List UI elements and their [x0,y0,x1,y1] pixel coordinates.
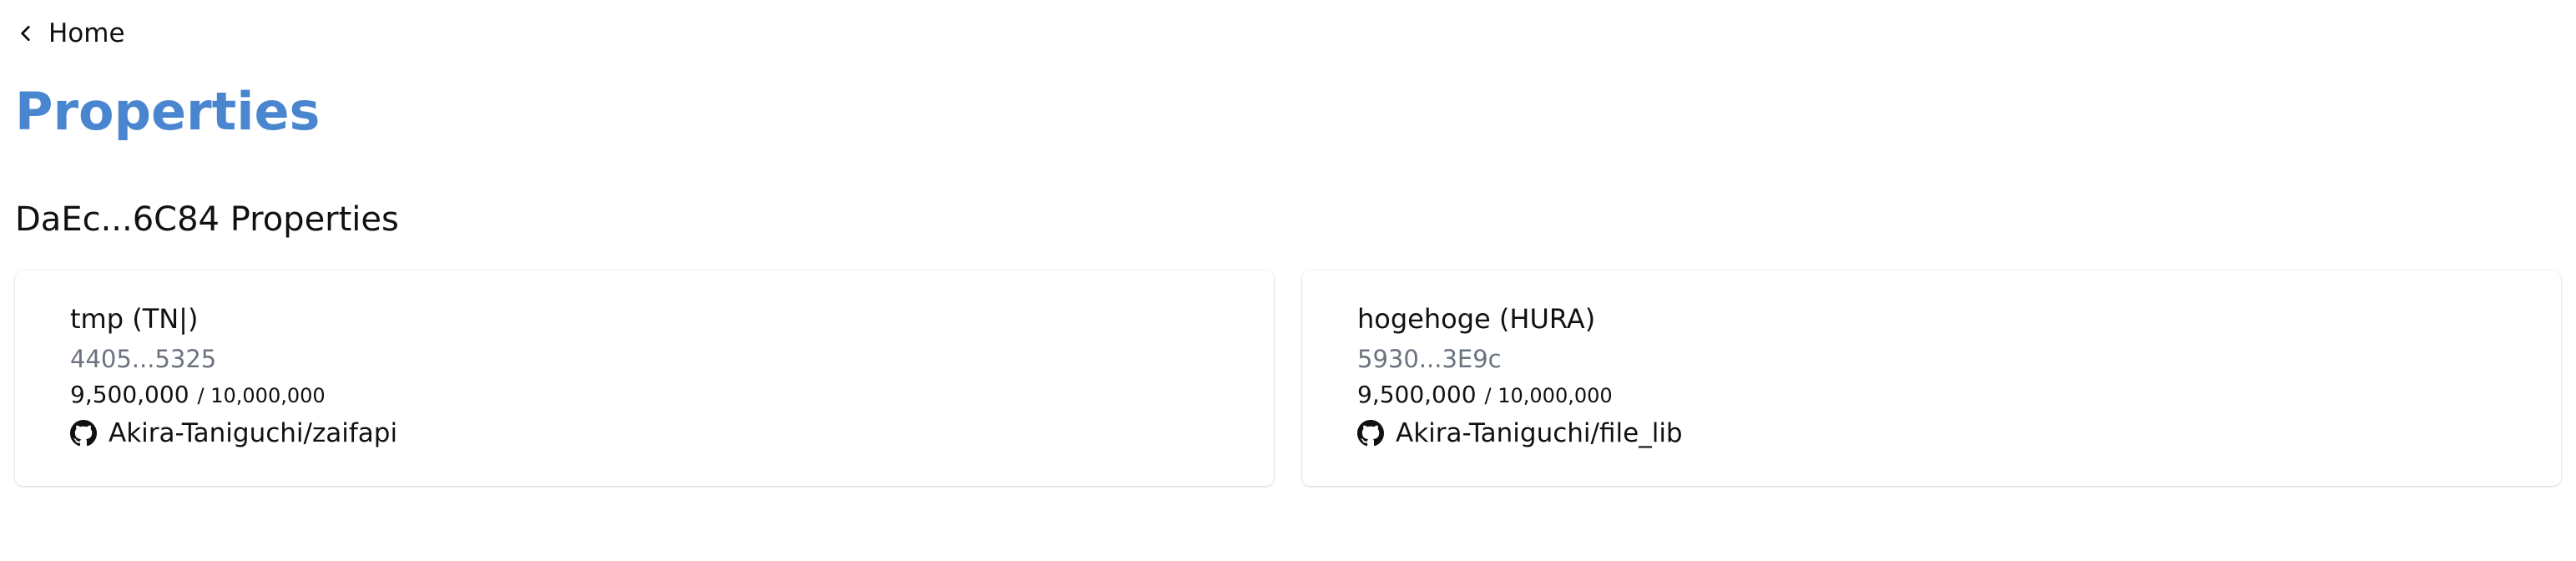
property-card[interactable]: hogehoge (HURA) 5930...3E9c 9,500,000 / … [1302,270,2561,486]
page-title: Properties [15,81,321,142]
property-address: 4405...5325 [70,345,217,373]
property-cards: tmp (TN|) 4405...5325 9,500,000 / 10,000… [15,270,2561,486]
property-name: tmp (TN|) [70,303,199,335]
repo-link[interactable]: Akira-Taniguchi/zaifapi [70,417,1274,450]
supply-max: / 10,000,000 [197,384,326,407]
repo-label: Akira-Taniguchi/zaifapi [109,418,398,448]
property-supply: 9,500,000 / 10,000,000 [1357,381,2561,410]
property-name: hogehoge (HURA) [1357,303,1596,335]
property-supply: 9,500,000 / 10,000,000 [70,381,1274,410]
section-title: DaEc...6C84 Properties [15,200,399,239]
property-address: 5930...3E9c [1357,345,1502,373]
page: Home Properties DaEc...6C84 Properties t… [0,0,2576,561]
back-home-link[interactable]: Home [15,17,125,50]
repo-label: Akira-Taniguchi/file_lib [1396,418,1683,448]
supply-current: 9,500,000 [1357,381,1477,408]
chevron-left-icon [21,26,30,41]
github-icon [1357,420,1384,447]
supply-max: / 10,000,000 [1484,384,1613,407]
supply-current: 9,500,000 [70,381,189,408]
property-card[interactable]: tmp (TN|) 4405...5325 9,500,000 / 10,000… [15,270,1274,486]
repo-link[interactable]: Akira-Taniguchi/file_lib [1357,417,2561,450]
back-link-label: Home [48,18,125,48]
github-icon [70,420,97,447]
